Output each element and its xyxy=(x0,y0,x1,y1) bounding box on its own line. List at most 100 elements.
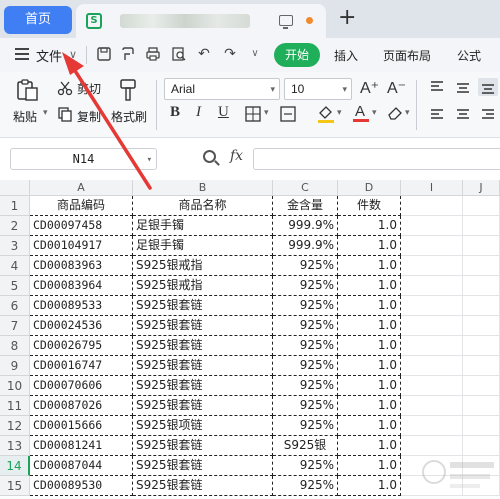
header-cell-code[interactable]: 商品编码 xyxy=(30,196,133,216)
eraser-icon[interactable] xyxy=(386,104,404,122)
empty-cell[interactable] xyxy=(463,376,500,396)
empty-cell[interactable] xyxy=(463,316,500,336)
row-header[interactable]: 7 xyxy=(0,316,30,336)
cell-quantity[interactable]: 1.0 xyxy=(338,236,401,256)
cell-quantity[interactable]: 1.0 xyxy=(338,436,401,456)
formula-input[interactable] xyxy=(253,148,500,170)
header-cell-gold[interactable]: 金含量 xyxy=(273,196,338,216)
copy-icon[interactable] xyxy=(57,106,73,122)
print-preview-icon[interactable] xyxy=(171,46,187,62)
empty-cell[interactable] xyxy=(401,336,463,356)
align-bottom-icon[interactable] xyxy=(478,78,498,96)
chevron-down-icon[interactable]: ∨ xyxy=(69,48,77,61)
column-header-a[interactable]: A xyxy=(30,180,133,196)
align-center-icon[interactable] xyxy=(456,108,470,122)
cell-quantity[interactable]: 1.0 xyxy=(338,216,401,236)
font-color-dropdown-icon[interactable]: ▾ xyxy=(372,108,377,118)
new-tab-button[interactable]: + xyxy=(338,6,356,30)
align-left-icon[interactable] xyxy=(430,108,444,122)
cell-product-name[interactable]: S925银套链 xyxy=(133,356,273,376)
search-icon[interactable] xyxy=(203,150,216,163)
cell-quantity[interactable]: 1.0 xyxy=(338,256,401,276)
row-header[interactable]: 1 xyxy=(0,196,30,216)
empty-cell[interactable] xyxy=(401,396,463,416)
cell-product-name[interactable]: S925银套链 xyxy=(133,296,273,316)
header-cell-qty[interactable]: 件数 xyxy=(338,196,401,216)
cell-product-code[interactable]: CD00026795 xyxy=(30,336,133,356)
name-box[interactable]: N14 ▾ xyxy=(10,148,157,170)
cell-gold-content[interactable]: 925% xyxy=(273,376,338,396)
row-header[interactable]: 8 xyxy=(0,336,30,356)
cell-quantity[interactable]: 1.0 xyxy=(338,336,401,356)
cell-gold-content[interactable]: 925% xyxy=(273,456,338,476)
chevron-down-icon[interactable]: ▾ xyxy=(147,150,152,170)
empty-cell[interactable] xyxy=(401,256,463,276)
cell-product-code[interactable]: CD00016747 xyxy=(30,356,133,376)
paste-icon[interactable] xyxy=(14,78,40,102)
cell-gold-content[interactable]: 999.9% xyxy=(273,216,338,236)
undo-icon[interactable]: ↶ xyxy=(196,46,212,62)
cell-quantity[interactable]: 1.0 xyxy=(338,476,401,496)
empty-cell[interactable] xyxy=(401,276,463,296)
cell-product-name[interactable]: S925银套链 xyxy=(133,456,273,476)
align-middle-icon[interactable] xyxy=(456,80,470,94)
align-top-left-icon[interactable] xyxy=(430,80,444,94)
align-right-icon[interactable] xyxy=(481,108,495,122)
cell-product-code[interactable]: CD00015666 xyxy=(30,416,133,436)
font-name-select[interactable]: Arial ▾ xyxy=(164,78,280,100)
borders-icon[interactable] xyxy=(245,106,261,122)
cell-product-code[interactable]: CD00104917 xyxy=(30,236,133,256)
empty-cell[interactable] xyxy=(463,336,500,356)
cut-button[interactable]: 剪切 xyxy=(77,80,101,97)
cell-product-code[interactable]: CD00083964 xyxy=(30,276,133,296)
column-header-d[interactable]: D xyxy=(338,180,401,196)
monitor-icon[interactable] xyxy=(279,15,293,29)
cell-quantity[interactable]: 1.0 xyxy=(338,356,401,376)
empty-cell[interactable] xyxy=(401,236,463,256)
cell-quantity[interactable]: 1.0 xyxy=(338,376,401,396)
hamburger-menu-icon[interactable] xyxy=(15,48,29,60)
cell-product-code[interactable]: CD00087044 xyxy=(30,456,133,476)
cell-product-code[interactable]: CD00083963 xyxy=(30,256,133,276)
cell-product-name[interactable]: S925银套链 xyxy=(133,336,273,356)
cell-gold-content[interactable]: 925% xyxy=(273,396,338,416)
row-header[interactable]: 10 xyxy=(0,376,30,396)
row-header[interactable]: 11 xyxy=(0,396,30,416)
cell-product-name[interactable]: S925银项链 xyxy=(133,416,273,436)
cell-gold-content[interactable]: 925% xyxy=(273,356,338,376)
more-dropdown-icon[interactable]: ∨ xyxy=(247,46,263,62)
font-color-icon[interactable]: A xyxy=(352,102,370,124)
row-header[interactable]: 6 xyxy=(0,296,30,316)
row-header[interactable]: 14 xyxy=(0,456,30,476)
font-size-select[interactable]: 10 ▾ xyxy=(284,78,352,100)
print-icon[interactable] xyxy=(145,46,161,62)
row-header[interactable]: 3 xyxy=(0,236,30,256)
row-header[interactable]: 4 xyxy=(0,256,30,276)
cell-product-name[interactable]: S925银套链 xyxy=(133,436,273,456)
empty-cell[interactable] xyxy=(401,216,463,236)
column-header-i[interactable]: I xyxy=(401,180,463,196)
tab-page-layout[interactable]: 页面布局 xyxy=(383,47,431,64)
cell-gold-content[interactable]: 999.9% xyxy=(273,236,338,256)
select-all-corner[interactable] xyxy=(0,180,30,196)
share-icon[interactable] xyxy=(120,46,136,62)
tab-formulas[interactable]: 公式 xyxy=(457,47,481,64)
cell-gold-content[interactable]: S925银 xyxy=(273,436,338,456)
empty-cell[interactable] xyxy=(463,276,500,296)
cell-product-name[interactable]: S925银戒指 xyxy=(133,276,273,296)
cell-product-name[interactable]: S925银套链 xyxy=(133,396,273,416)
cell-product-code[interactable]: CD00024536 xyxy=(30,316,133,336)
row-header[interactable]: 12 xyxy=(0,416,30,436)
format-painter-button[interactable]: 格式刷 xyxy=(111,108,147,125)
bold-button[interactable]: B xyxy=(170,104,180,121)
save-icon[interactable] xyxy=(96,46,112,62)
borders-dropdown-icon[interactable]: ▾ xyxy=(264,108,269,118)
menu-file[interactable]: 文件 xyxy=(36,46,62,65)
cell-gold-content[interactable]: 925% xyxy=(273,336,338,356)
cell-quantity[interactable]: 1.0 xyxy=(338,276,401,296)
chevron-down-icon[interactable]: ▾ xyxy=(342,79,347,99)
empty-cell[interactable] xyxy=(463,396,500,416)
empty-cell[interactable] xyxy=(401,356,463,376)
row-header[interactable]: 13 xyxy=(0,436,30,456)
cell-gold-content[interactable]: 925% xyxy=(273,416,338,436)
